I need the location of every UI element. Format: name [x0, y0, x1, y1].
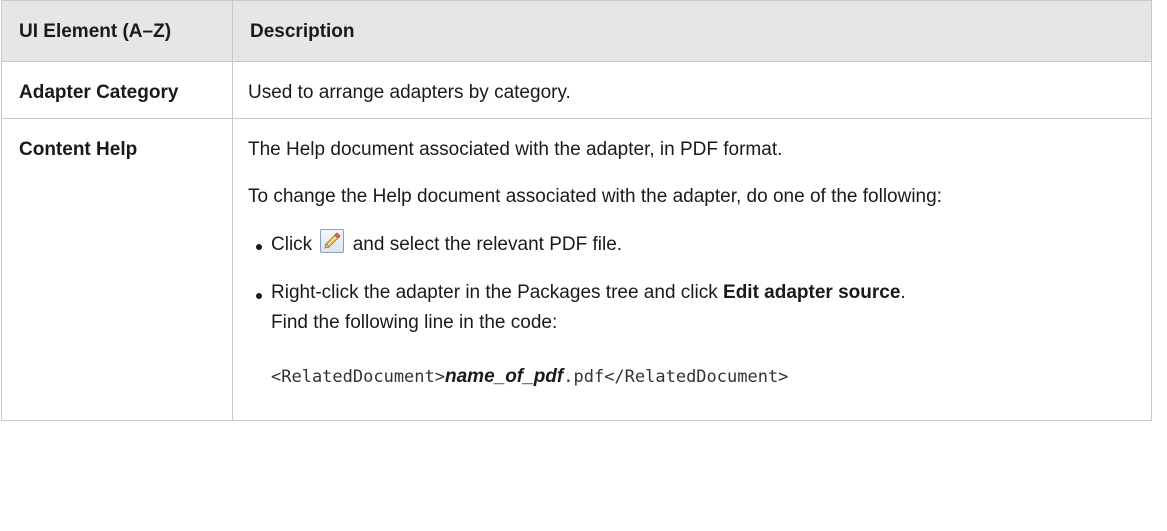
option-edit-source: Right-click the adapter in the Packages …	[248, 278, 1137, 392]
options-list: Click and select the relevant PDF file.	[248, 229, 1137, 392]
table-row-content-help: Content Help The Help document associate…	[1, 118, 1152, 421]
code-placeholder: name_of_pdf	[445, 366, 564, 387]
option-select-pdf-text: and select the relevant PDF file.	[352, 234, 623, 255]
table-header-row: UI Element (A–Z) Description	[1, 0, 1152, 62]
ui-element-description: The Help document associated with the ad…	[232, 118, 1152, 421]
code-snippet: <RelatedDocument>name_of_pdf.pdf</Relate…	[271, 362, 1137, 392]
ui-element-name: Adapter Category	[1, 61, 233, 119]
option-period: .	[900, 282, 906, 303]
option-click-text: Click	[271, 234, 313, 255]
pencil-edit-icon[interactable]	[320, 229, 345, 253]
option-right-click-text: Right-click the adapter in the Packages …	[271, 282, 718, 303]
header-ui-element: UI Element (A–Z)	[1, 0, 233, 62]
edit-adapter-source-label: Edit adapter source	[723, 282, 901, 303]
description-intro: The Help document associated with the ad…	[248, 139, 783, 160]
ui-element-description: Used to arrange adapters by category.	[232, 61, 1152, 119]
option-click-edit: Click and select the relevant PDF file.	[248, 229, 1137, 260]
description-change-instructions: To change the Help document associated w…	[248, 186, 942, 207]
ui-elements-table: UI Element (A–Z) Description Adapter Cat…	[1, 0, 1152, 421]
ui-element-name: Content Help	[1, 118, 233, 421]
code-open-tag: <RelatedDocument>	[271, 367, 445, 387]
header-description: Description	[232, 0, 1152, 62]
table-row-adapter-category: Adapter Category Used to arrange adapter…	[1, 61, 1152, 119]
code-close-part: .pdf</RelatedDocument>	[563, 367, 789, 387]
option-find-line-text: Find the following line in the code:	[271, 312, 558, 333]
